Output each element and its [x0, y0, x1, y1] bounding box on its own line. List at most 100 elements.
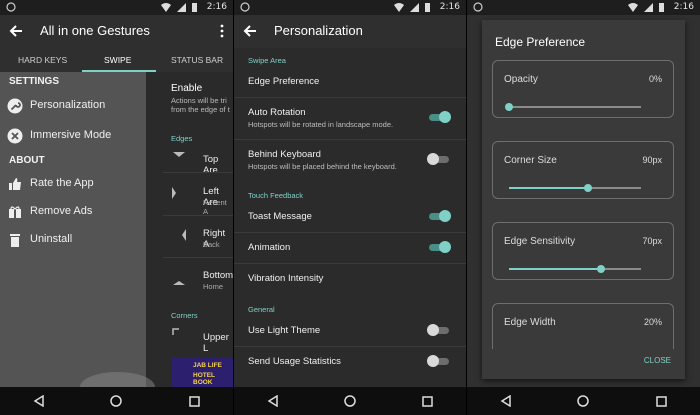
drawer-item-rate-app[interactable]: Rate the App — [0, 172, 146, 196]
nav-back-icon — [33, 395, 44, 407]
usage-statistics-item[interactable]: Send Usage Statistics — [248, 356, 341, 367]
drawer-item-remove-ads[interactable]: Remove Ads — [0, 200, 146, 224]
bottom-area-item[interactable]: Bottom — [203, 270, 233, 281]
behind-keyboard-toggle[interactable] — [427, 152, 449, 166]
status-bar: 2:16 — [234, 0, 466, 15]
divider — [163, 215, 233, 216]
general-header: General — [248, 305, 275, 314]
edge-sensitivity-label: Edge Sensitivity — [504, 236, 576, 247]
nav-home-icon — [344, 395, 356, 407]
edge-sensitivity-slider[interactable] — [509, 265, 641, 273]
back-arrow-icon[interactable] — [241, 22, 259, 40]
top-edge-icon — [173, 152, 185, 157]
opacity-value: 0% — [648, 74, 662, 84]
signal-icon — [410, 3, 419, 12]
right-edge-icon — [182, 229, 186, 241]
clock: 2:16 — [206, 2, 227, 12]
notification-icon — [6, 2, 16, 12]
light-theme-toggle[interactable] — [427, 323, 449, 337]
ad-text: HOTEL BOOK — [193, 372, 215, 386]
bottom-edge-icon — [173, 281, 185, 285]
notification-icon — [240, 2, 250, 12]
trash-icon — [10, 234, 20, 247]
corner-size-slider[interactable] — [509, 184, 641, 192]
wrench-icon — [7, 98, 23, 114]
navigation-bar — [234, 387, 466, 415]
nav-home-button[interactable] — [568, 391, 598, 411]
drawer-item-immersive-mode[interactable]: Immersive Mode — [0, 124, 146, 148]
auto-rotation-toggle[interactable] — [429, 110, 451, 124]
nav-back-button[interactable] — [258, 391, 288, 411]
tab-swipe[interactable]: SWIPE — [104, 55, 131, 65]
divider — [234, 232, 466, 233]
back-arrow-icon[interactable] — [7, 22, 25, 40]
enable-description: Actions will be tri — [171, 96, 227, 105]
toast-message-item[interactable]: Toast Message — [248, 211, 312, 222]
nav-back-icon — [267, 395, 278, 407]
screen-title: Personalization — [274, 23, 363, 38]
overflow-menu-icon[interactable] — [219, 24, 225, 38]
toast-message-toggle[interactable] — [429, 209, 451, 223]
nav-recents-icon — [188, 395, 200, 407]
touch-feedback-header: Touch Feedback — [248, 191, 304, 200]
close-button[interactable]: CLOSE — [644, 356, 671, 365]
drawer-item-label: Personalization — [30, 99, 106, 111]
drawer-item-personalization[interactable]: Personalization — [0, 94, 146, 118]
nav-back-button[interactable] — [24, 391, 54, 411]
tab-status-bar[interactable]: STATUS BAR — [171, 55, 223, 65]
battery-icon — [659, 3, 664, 12]
nav-recents-button[interactable] — [646, 391, 676, 411]
corner-size-card: Corner Size 90px — [492, 141, 674, 199]
right-area-action: Back — [203, 240, 220, 249]
status-bar: 2:16 — [467, 0, 700, 15]
clock: 2:16 — [673, 2, 694, 12]
usage-statistics-toggle[interactable] — [427, 354, 449, 368]
edge-preference-item[interactable]: Edge Preference — [248, 76, 319, 87]
opacity-slider[interactable] — [505, 103, 641, 111]
navigation-drawer: SETTINGS Personalization Immersive Mode … — [0, 72, 146, 387]
edges-header: Edges — [171, 134, 193, 143]
app-title: All in one Gestures — [40, 23, 150, 38]
tab-hard-keys[interactable]: HARD KEYS — [18, 55, 67, 65]
upper-left-corner-icon — [172, 328, 179, 335]
enable-description: from the edge of t — [171, 105, 230, 114]
drawer-item-label: Remove Ads — [30, 205, 93, 217]
auto-rotation-item[interactable]: Auto Rotation — [248, 107, 306, 118]
edge-preference-screen: 2:16 Edge Preference Opacity 0% Corner S… — [467, 0, 700, 415]
personalization-screen: 2:16 Personalization Swipe Area Edge Pre… — [234, 0, 466, 415]
wifi-icon — [161, 3, 171, 12]
wifi-icon — [394, 3, 404, 12]
battery-icon — [425, 3, 430, 12]
behind-keyboard-item[interactable]: Behind Keyboard — [248, 149, 321, 160]
nav-back-icon — [500, 395, 511, 407]
enable-label[interactable]: Enable — [171, 83, 202, 94]
animation-toggle[interactable] — [429, 240, 451, 254]
nav-home-button[interactable] — [101, 391, 131, 411]
animation-item[interactable]: Animation — [248, 242, 290, 253]
ad-banner[interactable]: JAB LIFE HOTEL BOOK — [172, 358, 233, 387]
upper-left-item[interactable]: Upper L — [203, 332, 233, 354]
nav-recents-button[interactable] — [412, 391, 442, 411]
edge-preference-dialog: Edge Preference Opacity 0% Corner Size 9… — [482, 20, 685, 379]
signal-icon — [177, 3, 186, 12]
light-theme-item[interactable]: Use Light Theme — [248, 325, 320, 336]
drawer-item-label: Rate the App — [30, 177, 94, 189]
vibration-intensity-item[interactable]: Vibration Intensity — [248, 273, 323, 284]
behind-keyboard-description: Hotspots will be placed behind the keybo… — [248, 162, 397, 171]
tab-bar: HARD KEYS SWIPE STATUS BAR — [0, 48, 233, 72]
app-bar: All in one Gestures — [0, 15, 233, 48]
fullscreen-icon — [7, 128, 23, 144]
navigation-bar — [0, 387, 233, 415]
settings-list: Swipe Area Edge Preference Auto Rotation… — [234, 48, 466, 387]
ad-text: JAB LIFE — [193, 362, 222, 369]
signal-icon — [644, 3, 653, 12]
drawer-item-uninstall[interactable]: Uninstall — [0, 228, 146, 252]
nav-recents-button[interactable] — [179, 391, 209, 411]
nav-recents-icon — [655, 395, 667, 407]
edge-sensitivity-card: Edge Sensitivity 70px — [492, 222, 674, 280]
dialog-title: Edge Preference — [495, 35, 586, 49]
nav-back-button[interactable] — [491, 391, 521, 411]
nav-home-button[interactable] — [335, 391, 365, 411]
divider — [234, 139, 466, 140]
nav-home-icon — [110, 395, 123, 407]
